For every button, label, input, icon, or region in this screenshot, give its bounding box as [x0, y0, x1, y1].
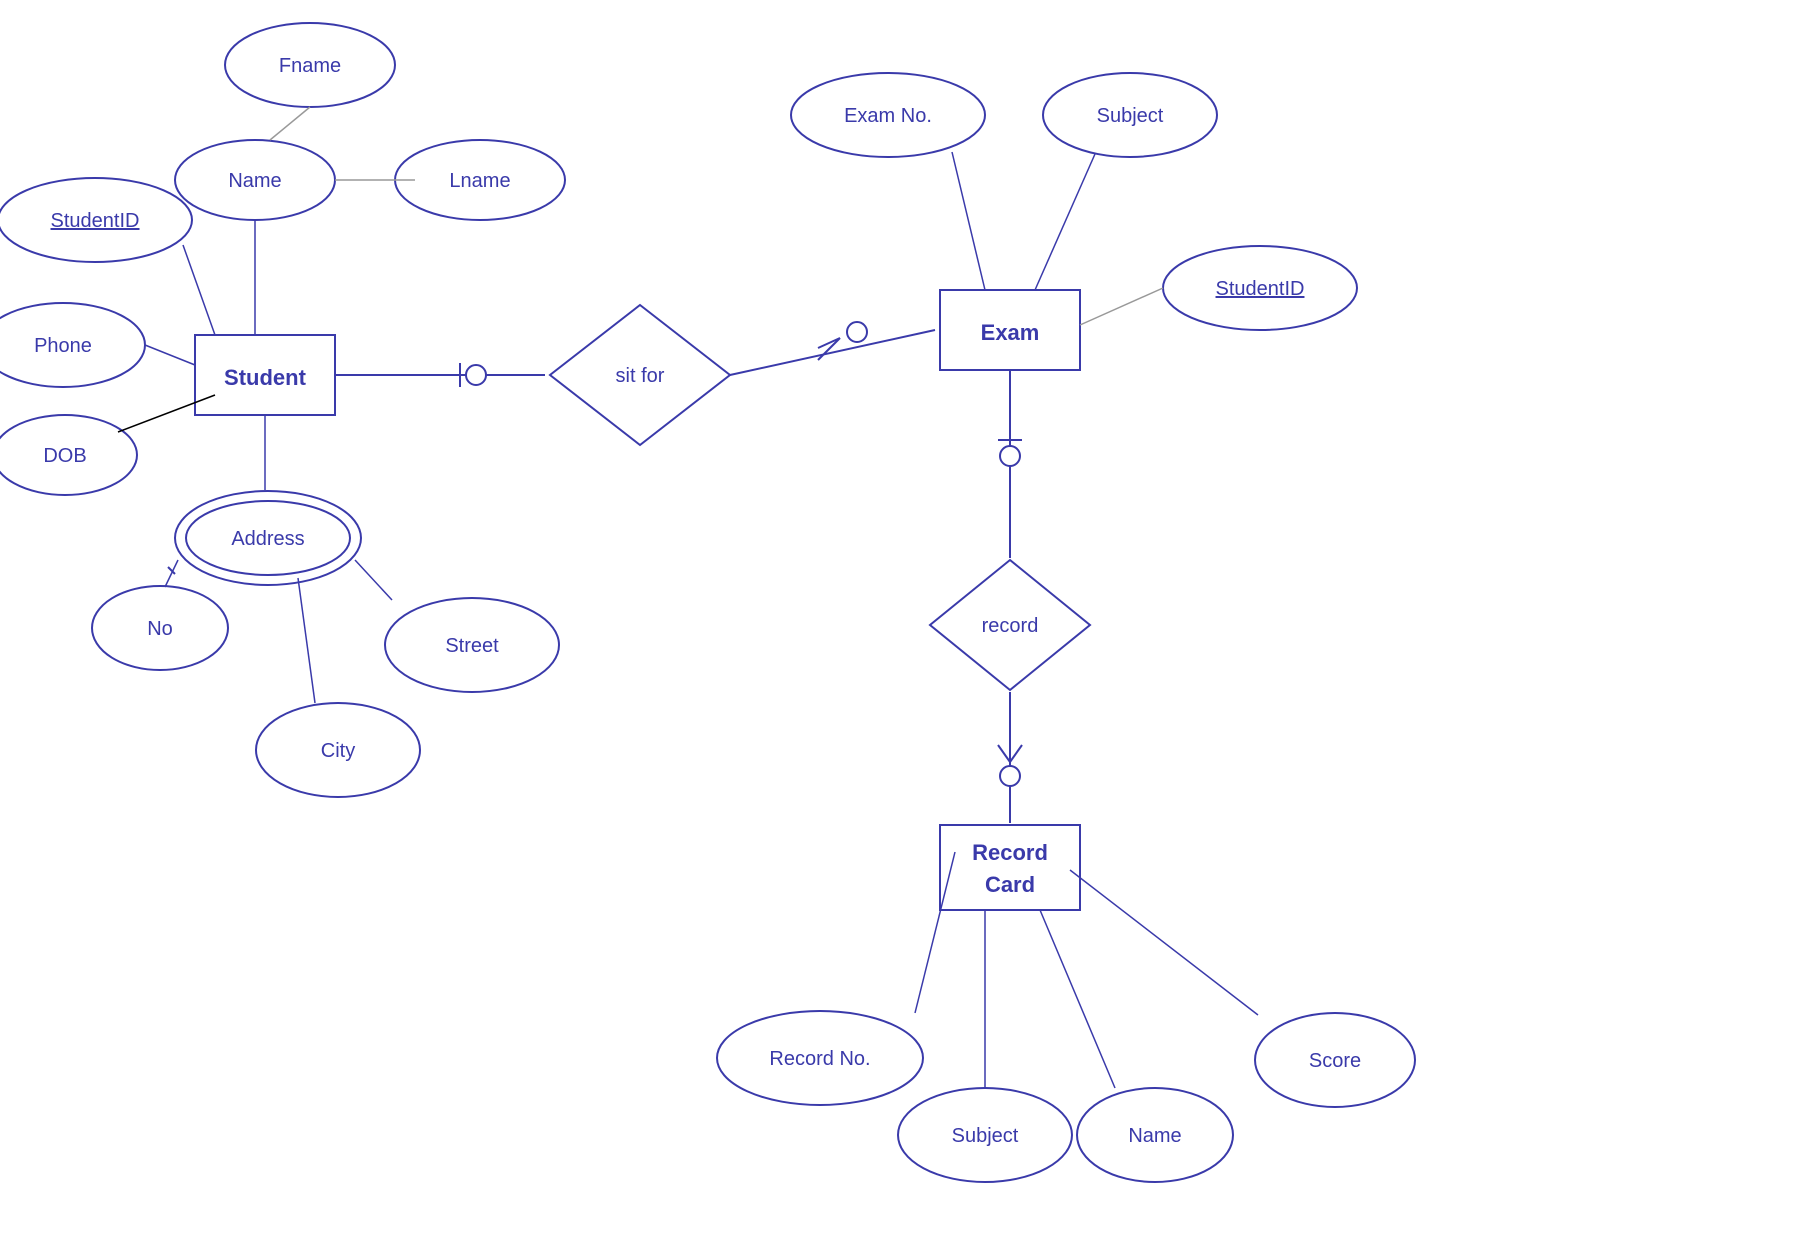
no-label: No: [147, 618, 173, 640]
rc-crow1: [998, 745, 1010, 762]
rc-crow2: [1010, 745, 1022, 762]
one-symbol-circle: [466, 365, 486, 385]
many-symbol-circle: [847, 322, 867, 342]
record-card-label1: Record: [972, 840, 1048, 865]
lname-label: Lname: [449, 170, 510, 192]
rc-score-line: [1070, 870, 1258, 1015]
exam-label: Exam: [981, 320, 1040, 345]
phone-student-line: [145, 345, 195, 365]
dob-label: DOB: [43, 445, 86, 467]
rc-recordno-line: [915, 852, 955, 1013]
subject-exam-line: [1035, 154, 1095, 290]
studentid-student-line: [183, 245, 215, 335]
exam-record-circle: [1000, 446, 1020, 466]
score-label: Score: [1309, 1050, 1361, 1072]
student-label: Student: [224, 365, 307, 390]
sitfor-exam-line: [730, 330, 935, 375]
studentid-label: StudentID: [51, 210, 140, 232]
name-label: Name: [228, 170, 281, 192]
record-no-label: Record No.: [769, 1048, 870, 1070]
rc-circle: [1000, 766, 1020, 786]
studentid2-exam-line: [1080, 288, 1163, 325]
fname-name-line: [270, 107, 310, 140]
subject-exam-label: Subject: [1097, 105, 1164, 127]
street-label: Street: [445, 635, 499, 657]
rc-name-line: [1040, 910, 1115, 1088]
address-street-line: [355, 560, 392, 600]
record-label: record: [982, 615, 1039, 637]
exam-no-label: Exam No.: [844, 105, 932, 127]
examno-exam-line: [952, 152, 985, 290]
name-rc-label: Name: [1128, 1125, 1181, 1147]
city-label: City: [321, 740, 355, 762]
crow-line1: [818, 338, 840, 348]
fname-label: Fname: [279, 55, 341, 77]
record-card-entity: [940, 825, 1080, 910]
sit-for-label: sit for: [616, 365, 665, 387]
er-diagram: Student Exam Record Card sit for record …: [0, 0, 1800, 1250]
studentid2-label: StudentID: [1216, 278, 1305, 300]
address-label: Address: [231, 528, 304, 550]
address-city-line: [298, 578, 315, 703]
subject-rc-label: Subject: [952, 1125, 1019, 1147]
record-card-label2: Card: [985, 872, 1035, 897]
crow-line2: [818, 338, 840, 360]
address-no-line: [165, 560, 178, 587]
phone-label: Phone: [34, 335, 92, 357]
